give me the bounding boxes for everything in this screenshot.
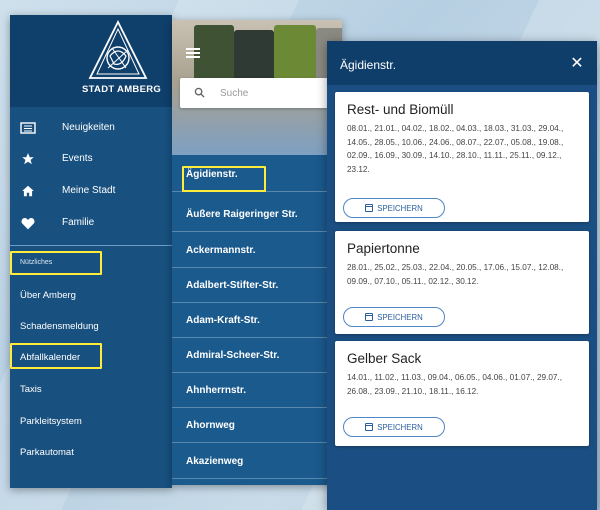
calendar-icon bbox=[365, 313, 374, 321]
save-button[interactable]: SPEICHERN bbox=[343, 417, 445, 437]
street-row[interactable]: Ahornweg bbox=[172, 411, 342, 443]
menu-item-label: Familie bbox=[62, 217, 95, 228]
save-button[interactable]: SPEICHERN bbox=[343, 307, 445, 327]
menu-link-parking-guide[interactable]: Parkleitsystem bbox=[20, 416, 82, 427]
menu-item-family[interactable]: Familie bbox=[10, 211, 172, 237]
street-list-screen: Ägidienstr. Äußere Raigeringer Str. Acke… bbox=[172, 20, 342, 485]
newspaper-icon bbox=[20, 121, 36, 135]
street-name: Ahnherrnstr. bbox=[186, 385, 247, 396]
waste-card-paper: Papiertonne 28.01., 25.02., 25.03., 22.0… bbox=[335, 231, 589, 334]
street-row[interactable]: Akazienweg bbox=[172, 447, 342, 479]
heart-icon bbox=[20, 216, 36, 230]
menu-link-taxis[interactable]: Taxis bbox=[20, 384, 42, 395]
save-button-label: SPEICHERN bbox=[377, 203, 423, 213]
card-dates: 08.01., 21.01., 04.02., 18.02., 04.03., … bbox=[347, 124, 564, 174]
home-icon bbox=[20, 184, 36, 198]
search-input[interactable] bbox=[218, 84, 322, 102]
street-search-box[interactable] bbox=[180, 78, 334, 108]
menu-link-about[interactable]: Über Amberg bbox=[20, 290, 76, 301]
calendar-icon bbox=[365, 423, 374, 431]
card-title: Gelber Sack bbox=[347, 351, 422, 366]
waste-card-yellow-bag: Gelber Sack 14.01., 11.02., 11.03., 09.0… bbox=[335, 341, 589, 446]
menu-item-label: Meine Stadt bbox=[62, 185, 116, 196]
collection-dates-dialog: Ägidienstr. ✕ Rest- und Biomüll 08.01., … bbox=[327, 41, 597, 510]
star-icon bbox=[20, 152, 36, 166]
menu-link-damage-report[interactable]: Schadensmeldung bbox=[20, 321, 99, 332]
city-name: STADT AMBERG bbox=[82, 84, 162, 95]
app-header: STADT AMBERG bbox=[10, 15, 172, 107]
app-menu-screen: STADT AMBERG Neuigkeiten Events Meine St… bbox=[10, 15, 172, 488]
street-row[interactable]: Admiral-Scheer-Str. bbox=[172, 341, 342, 373]
dialog-title: Ägidienstr. bbox=[340, 58, 397, 72]
close-icon[interactable]: ✕ bbox=[567, 53, 587, 73]
street-row[interactable]: Ahnherrnstr. bbox=[172, 376, 342, 408]
street-name: Ahornweg bbox=[186, 420, 235, 431]
street-row[interactable]: Adam-Kraft-Str. bbox=[172, 306, 342, 338]
card-title: Rest- und Biomüll bbox=[347, 102, 454, 117]
save-button-label: SPEICHERN bbox=[377, 312, 423, 322]
street-name: Admiral-Scheer-Str. bbox=[186, 350, 280, 361]
waste-card-residual-organic: Rest- und Biomüll 08.01., 21.01., 04.02.… bbox=[335, 92, 589, 222]
street-name: Akazienweg bbox=[186, 456, 244, 467]
save-button-label: SPEICHERN bbox=[377, 422, 423, 432]
menu-link-parking-meter[interactable]: Parkautomat bbox=[20, 447, 74, 458]
search-icon bbox=[194, 87, 205, 98]
city-crest-logo bbox=[88, 19, 148, 79]
street-row[interactable]: Adalbert-Stifter-Str. bbox=[172, 271, 342, 303]
dialog-header: Ägidienstr. ✕ bbox=[327, 41, 597, 85]
street-name: Adalbert-Stifter-Str. bbox=[186, 280, 279, 291]
save-button[interactable]: SPEICHERN bbox=[343, 198, 445, 218]
menu-item-label: Events bbox=[62, 153, 93, 164]
street-name: Äußere Raigeringer Str. bbox=[186, 209, 298, 220]
street-row[interactable]: Äußere Raigeringer Str. bbox=[172, 200, 342, 232]
street-row[interactable]: Ackermannstr. bbox=[172, 236, 342, 268]
menu-item-my-city[interactable]: Meine Stadt bbox=[10, 179, 172, 205]
street-name: Ackermannstr. bbox=[186, 245, 256, 256]
menu-divider bbox=[10, 245, 172, 246]
street-name: Adam-Kraft-Str. bbox=[186, 315, 260, 326]
highlight-box bbox=[182, 166, 266, 192]
highlight-box bbox=[10, 251, 102, 275]
highlight-box bbox=[10, 343, 102, 369]
card-dates: 28.01., 25.02., 25.03., 22.04., 20.05., … bbox=[347, 263, 564, 286]
menu-item-events[interactable]: Events bbox=[10, 147, 172, 173]
menu-item-label: Neuigkeiten bbox=[62, 122, 115, 133]
menu-icon[interactable] bbox=[186, 48, 200, 58]
menu-item-news[interactable]: Neuigkeiten bbox=[10, 116, 172, 142]
card-title: Papiertonne bbox=[347, 241, 420, 256]
card-dates: 14.01., 11.02., 11.03., 09.04., 06.05., … bbox=[347, 373, 563, 396]
calendar-icon bbox=[365, 204, 374, 212]
